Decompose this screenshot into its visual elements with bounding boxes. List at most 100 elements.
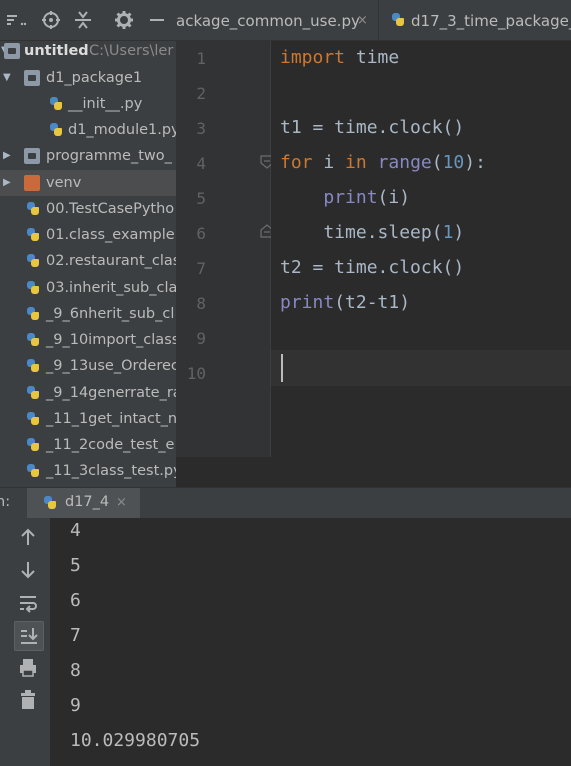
line-number: 8 (196, 294, 206, 313)
line-number: 7 (196, 259, 206, 278)
folder-icon (4, 43, 20, 59)
close-icon[interactable]: × (357, 0, 368, 40)
tree-root[interactable]: ▼ untitled C:\Users\ler (0, 38, 176, 64)
tree-item-label: __init__.py (68, 96, 143, 112)
tree-item-file[interactable]: _9_10import_class (0, 327, 176, 353)
console-line: 4 (70, 520, 81, 541)
python-file-icon (25, 411, 41, 427)
code-line-8: print(t2-t1) (280, 292, 411, 313)
tree-item-label: programme_two_ (46, 148, 172, 164)
line-number: 9 (196, 329, 206, 348)
tree-item-file[interactable]: 01.class_example. (0, 222, 176, 248)
tree-item-init[interactable]: __init__.py (0, 91, 176, 117)
tree-item-venv[interactable]: ▶ venv (0, 170, 176, 196)
python-file-icon (25, 227, 41, 243)
editor-tab-d17-3[interactable]: d17_3_time_package_ (382, 0, 571, 40)
tree-item-file[interactable]: _11_1get_intact_n (0, 406, 176, 432)
down-arrow-icon[interactable] (14, 556, 42, 584)
code-line-7: t2 = time.clock() (280, 257, 465, 278)
collapsed-arrow-icon[interactable]: ▶ (3, 143, 13, 169)
settings-icon[interactable] (113, 10, 135, 30)
code-line-1: import time (280, 47, 400, 68)
code-line-4: for i in range(10): (280, 152, 486, 173)
tree-item-file[interactable]: _9_13use_Orderec (0, 353, 176, 379)
editor-tab-bar: ackage_common_use.py × d17_3_time_packag… (176, 0, 571, 41)
up-arrow-icon[interactable] (14, 523, 42, 551)
tree-item-label: _9_10import_class (46, 332, 176, 348)
run-panel-header: n: d17_4 × (0, 487, 571, 519)
tree-item-file[interactable]: _9_6nherit_sub_cl (0, 301, 176, 327)
python-file-icon (25, 280, 41, 296)
console-output[interactable]: 4 5 6 7 8 9 10.029980705 (50, 518, 571, 766)
code-line-6: time.sleep(1) (280, 222, 465, 243)
hide-icon[interactable] (146, 10, 168, 30)
line-number: 2 (196, 84, 206, 103)
tree-item-file[interactable]: 00.TestCasePytho (0, 196, 176, 222)
tree-item-file[interactable]: _11_3class_test.py (0, 458, 176, 484)
run-toolbar (0, 518, 50, 766)
tree-item-file[interactable]: 03.inherit_sub_cla (0, 275, 176, 301)
project-toolbar (0, 0, 176, 41)
tree-item-file[interactable]: 02.restaurant_clas (0, 248, 176, 274)
sort-icon[interactable] (4, 10, 28, 30)
tree-item-file[interactable]: _9_14generrate_ra (0, 380, 176, 406)
tree-item-label: _9_6nherit_sub_cl (46, 306, 175, 322)
scroll-to-end-icon[interactable] (14, 621, 44, 651)
python-file-icon (25, 463, 41, 479)
run-label: n: (0, 494, 11, 510)
tree-item-label: _11_1get_intact_n (46, 411, 176, 427)
collapsed-arrow-icon[interactable]: ▶ (3, 170, 13, 196)
close-icon[interactable]: × (116, 495, 127, 510)
editor-bottom-area (176, 457, 571, 487)
tree-item-label: _11_3class_test.py (46, 463, 176, 479)
python-file-icon (25, 332, 41, 348)
line-number: 1 (196, 49, 206, 68)
tree-item-label: d1_module1.py (68, 122, 176, 138)
tree-item-d1-module1[interactable]: d1_module1.py (0, 117, 176, 143)
console-line: 6 (70, 590, 81, 611)
run-tab-label: d17_4 (65, 494, 110, 510)
print-icon[interactable] (14, 654, 42, 682)
expanded-arrow-icon[interactable]: ▼ (3, 65, 13, 91)
line-number: 5 (196, 189, 206, 208)
console-line: 5 (70, 555, 81, 576)
console-line: 10.029980705 (70, 730, 201, 751)
line-number: 4 (196, 154, 206, 173)
tree-item-label: 02.restaurant_clas (46, 253, 176, 269)
tree-item-label: _9_14generrate_ra (46, 385, 176, 401)
code-line-5: print(i) (323, 187, 411, 208)
run-tab-d17-4[interactable]: d17_4 × (27, 488, 140, 519)
folder-icon (24, 148, 40, 164)
code-editor[interactable]: import time t1 = time.clock() for i in r… (271, 41, 571, 457)
python-file-icon (25, 306, 41, 322)
tab-label: ackage_common_use.py (176, 12, 360, 30)
tree-item-label: _11_2code_test_e (46, 437, 175, 453)
trash-icon[interactable] (14, 686, 42, 714)
console-line: 7 (70, 625, 81, 646)
tree-item-file[interactable]: _11_2code_test_e (0, 432, 176, 458)
console-line: 9 (70, 695, 81, 716)
tree-item-programme-two[interactable]: ▶ programme_two_ (0, 143, 176, 169)
tab-label: d17_3_time_package_ (411, 12, 571, 30)
tree-item-label: _9_13use_Orderec (46, 358, 176, 374)
tree-item-label: venv (46, 175, 82, 191)
tree-item-label: 00.TestCasePytho (46, 201, 175, 217)
editor-tab-common-use[interactable]: ackage_common_use.py × (176, 0, 379, 40)
python-file-icon (25, 201, 41, 217)
python-file-icon (42, 495, 58, 511)
python-file-icon (25, 385, 41, 401)
collapse-all-icon[interactable] (72, 10, 94, 30)
venv-folder-icon (24, 175, 40, 191)
python-file-icon (48, 122, 64, 138)
package-folder-icon (24, 70, 40, 86)
tree-item-d1-package1[interactable]: ▼ d1_package1 (0, 65, 176, 91)
code-line-3: t1 = time.clock() (280, 117, 465, 138)
tree-item-label: d1_package1 (46, 70, 143, 86)
text-caret (281, 354, 283, 382)
python-file-icon (48, 96, 64, 112)
current-line-highlight (271, 350, 571, 386)
soft-wrap-icon[interactable] (14, 589, 42, 617)
locate-icon[interactable] (40, 10, 62, 30)
line-number: 6 (196, 224, 206, 243)
project-panel: ▼ untitled C:\Users\ler ▼ d1_package1 __… (0, 0, 176, 487)
